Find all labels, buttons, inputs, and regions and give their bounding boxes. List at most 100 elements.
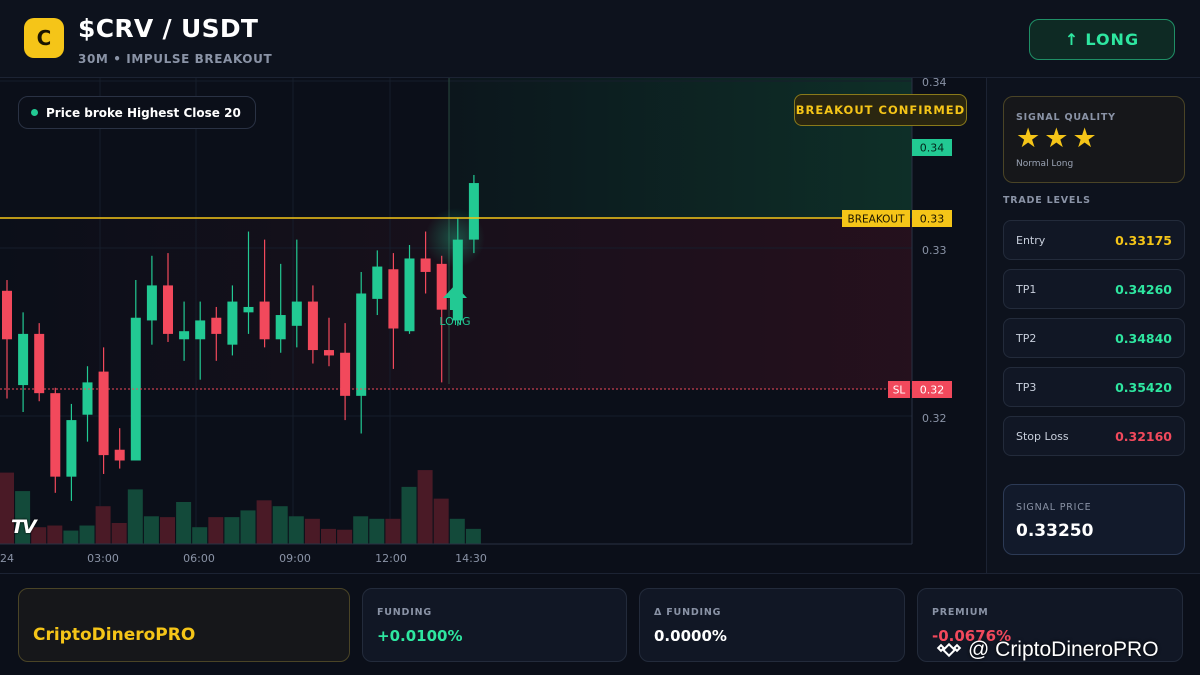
header-bar: C $CRV / USDT 30M • IMPULSE BREAKOUT ↑ L… [0, 0, 1200, 78]
volume-bar [95, 506, 111, 544]
candle-body [50, 393, 61, 477]
delta-funding-card: Δ FUNDING 0.0000% [639, 588, 905, 662]
watermark-text: @ CriptoDineroPRO [968, 638, 1159, 661]
candle-body [420, 258, 431, 272]
candle-body [356, 293, 367, 396]
level-name: Entry [1016, 234, 1046, 247]
x-tick-label: 06:00 [183, 552, 215, 565]
volume-bar [208, 517, 224, 544]
signal-price-label: SIGNAL PRICE [1016, 502, 1092, 513]
breakout-note: Price broke Highest Close 20 [18, 96, 256, 129]
level-name: TP2 [1016, 332, 1037, 345]
footer-bar: CriptoDineroPRO FUNDING +0.0100% Δ FUNDI… [0, 573, 1200, 675]
current-price-label: 0.34 [920, 142, 945, 155]
candle-body [259, 301, 270, 340]
volume-bar [369, 518, 385, 544]
y-tick-label: 0.33 [922, 244, 947, 257]
candle-body [82, 382, 93, 415]
volume-bar [465, 528, 481, 544]
signal-quality-label: SIGNAL QUALITY [1016, 112, 1116, 123]
level-name: TP1 [1016, 283, 1037, 296]
candle-body [388, 269, 399, 329]
volume-bar [385, 518, 401, 544]
candle-body [179, 331, 190, 340]
brand-card: CriptoDineroPRO [18, 588, 350, 662]
candle-body [2, 290, 12, 340]
price-chart[interactable]: 0.34 0.33 0.32 0.34 BREAKOUT 0.33 SL 0.32 LONG 24… [0, 78, 985, 573]
level-value: 0.34260 [1115, 282, 1172, 297]
quality-stars: ★ ★ ★ [1016, 125, 1097, 152]
funding-label: FUNDING [377, 607, 432, 618]
signal-price-card: SIGNAL PRICE 0.33250 [1003, 484, 1185, 555]
volume-bar [433, 498, 449, 544]
breakout-tag-label: BREAKOUT [848, 214, 906, 226]
signal-sidebar: SIGNAL QUALITY ★ ★ ★ Normal Long TRADE L… [986, 78, 1200, 573]
chart-canvas[interactable]: 0.34 0.33 0.32 0.34 BREAKOUT 0.33 SL 0.32 LONG 24… [0, 78, 985, 573]
candle-body [114, 449, 125, 461]
volume-bar [304, 518, 320, 544]
tradingview-logo: TV [11, 516, 37, 538]
volume-bar [401, 486, 417, 544]
green-dot-icon [31, 109, 38, 116]
breakout-confirmed-badge: BREAKOUT CONFIRMED [794, 94, 967, 126]
volume-bar [224, 517, 240, 544]
volume-bar [337, 529, 353, 544]
x-tick-label: 14:30 [455, 552, 487, 565]
long-button[interactable]: ↑ LONG [1029, 19, 1175, 60]
volume-bar [240, 510, 256, 544]
level-value: 0.32160 [1115, 429, 1172, 444]
star-icon: ★ [1044, 123, 1069, 154]
volume-bar [47, 525, 63, 544]
candle-body [34, 333, 45, 394]
level-value: 0.35420 [1115, 380, 1172, 395]
volume-bar [79, 525, 95, 544]
candle-body [227, 301, 238, 345]
x-tick-label: 24 [0, 552, 14, 565]
candle-body [243, 306, 254, 313]
level-name: TP3 [1016, 381, 1037, 394]
volume-bar [160, 517, 175, 544]
level-row-entry: Entry 0.33175 [1003, 220, 1185, 260]
candle-body [468, 183, 479, 240]
volume-bar [288, 516, 304, 544]
funding-card: FUNDING +0.0100% [362, 588, 627, 662]
pair-title: $CRV / USDT [78, 14, 259, 43]
candle-body [436, 263, 447, 310]
pair-subtitle: 30M • IMPULSE BREAKOUT [78, 52, 273, 66]
x-tick-label: 03:00 [87, 552, 119, 565]
star-icon: ★ [1072, 123, 1097, 154]
volume-bar [127, 489, 143, 544]
candle-body [66, 420, 77, 477]
candle-body [275, 315, 286, 340]
volume-bar [417, 470, 433, 544]
breakout-price-label: 0.33 [920, 213, 945, 226]
watermark: @ CriptoDineroPRO [936, 637, 1159, 663]
volume-bar [111, 523, 127, 544]
sl-price-label: 0.32 [920, 384, 945, 397]
volume-bar [449, 518, 465, 544]
y-tick-label: 0.32 [922, 412, 947, 425]
candle-body [211, 317, 222, 334]
funding-value: +0.0100% [377, 627, 463, 645]
premium-label: PREMIUM [932, 607, 989, 618]
signal-quality-card: SIGNAL QUALITY ★ ★ ★ Normal Long [1003, 96, 1185, 183]
candle-body [163, 285, 173, 334]
volume-bar [63, 530, 79, 544]
candle-body [146, 285, 157, 321]
candle-body [307, 301, 318, 351]
candle-body [98, 371, 109, 456]
candle-body [372, 266, 383, 299]
up-arrow-icon: ↑ [1064, 30, 1080, 49]
breakout-note-text: Price broke Highest Close 20 [46, 105, 241, 120]
level-value: 0.34840 [1115, 331, 1172, 346]
volume-bar [192, 527, 208, 544]
long-button-label: LONG [1085, 30, 1140, 49]
level-value: 0.33175 [1115, 233, 1172, 248]
long-marker-label: LONG [439, 315, 470, 328]
level-row-tp2: TP2 0.34840 [1003, 318, 1185, 358]
brand-name: CriptoDineroPRO [33, 625, 196, 645]
binance-icon [936, 642, 962, 658]
level-row-tp1: TP1 0.34260 [1003, 269, 1185, 309]
candle-body [324, 350, 334, 356]
coin-logo: C [24, 18, 64, 58]
